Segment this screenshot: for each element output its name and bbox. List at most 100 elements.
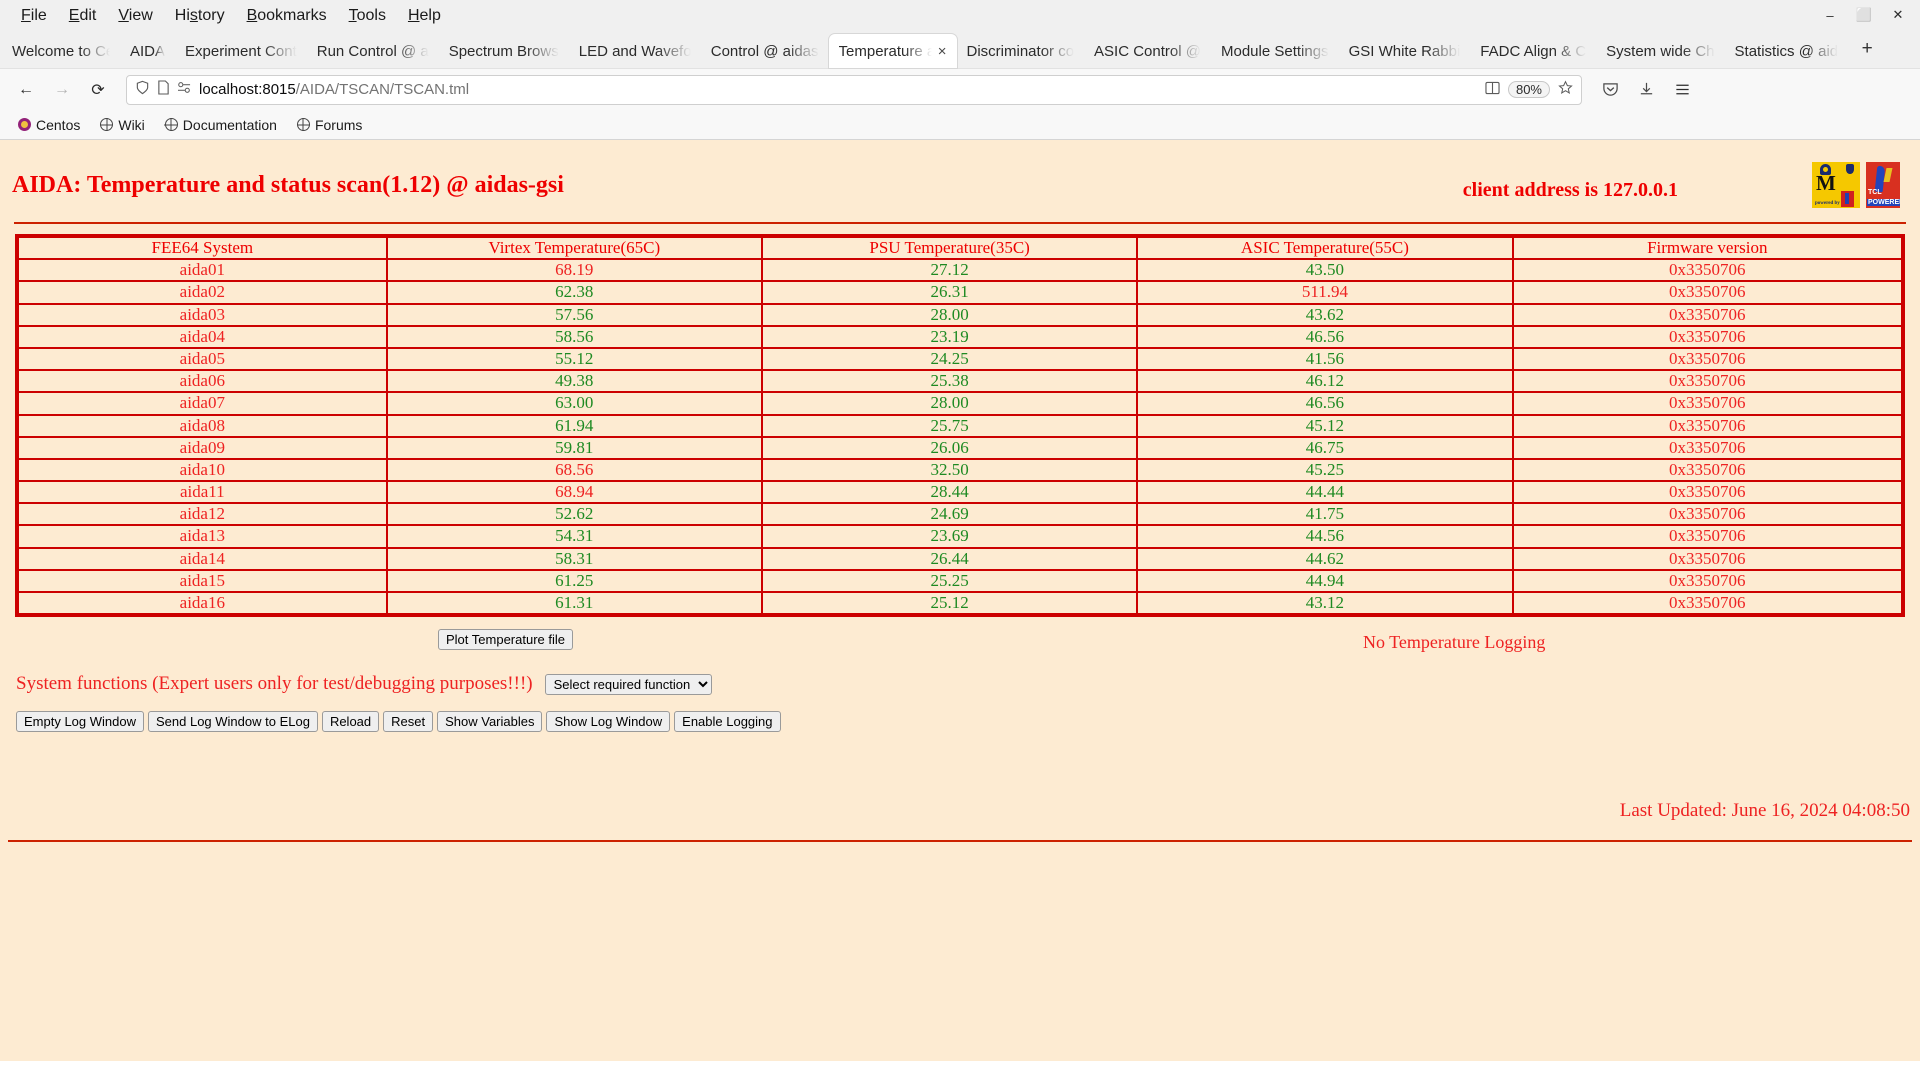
maximize-button[interactable]: ⬜ [1848,2,1880,28]
tab-temperature-a[interactable]: Temperature a × [828,34,957,68]
tab-led-and-wavefo[interactable]: LED and Wavefo [569,34,701,68]
table-row: aida10 68.56 32.50 45.25 0x3350706 [16,457,1905,483]
table-row: aida11 68.94 28.44 44.44 0x3350706 [16,480,1905,505]
tab-fadc-align-c[interactable]: FADC Align & C [1470,34,1596,68]
column-header-0: FEE64 System [16,234,388,261]
tab-label: AIDA [130,42,166,60]
logo-group: M powered by TCLPOWERED [1812,162,1900,208]
reset-button[interactable]: Reset [383,711,434,733]
cell-psu-temperature: 23.19 [760,324,1139,349]
menu-bookmarks[interactable]: Bookmarks [236,4,338,28]
tab-statistics-aid[interactable]: Statistics @ aid [1725,34,1849,68]
show-variables-button[interactable]: Show Variables [437,711,543,733]
url-text[interactable]: localhost:8015/AIDA/TSCAN/TSCAN.tml [199,81,469,98]
tab-run-control-a[interactable]: Run Control @ a [307,34,439,68]
cell-firmware-version: 0x3350706 [1511,258,1905,283]
urlbar-actions: 80% [1485,80,1573,99]
menu-accelerator: E [68,7,80,24]
menu-help[interactable]: Help [397,4,452,28]
tcl-powered-logo-icon: TCLPOWERED [1866,162,1900,208]
app-menu-icon[interactable] [1666,74,1698,106]
cell-virtex-temperature: 61.31 [385,590,763,617]
cell-virtex-temperature: 61.94 [385,413,763,438]
tab-discriminator-co[interactable]: Discriminator co [957,34,1085,68]
tab-aida[interactable]: AIDA [120,34,175,68]
tab-label: Temperature a [838,42,932,60]
cell-firmware-version: 0x3350706 [1511,413,1905,438]
cell-system: aida15 [16,568,388,594]
cell-firmware-version: 0x3350706 [1511,391,1905,416]
cell-asic-temperature: 45.12 [1136,413,1514,438]
tab-spectrum-brows[interactable]: Spectrum Brows [439,34,569,68]
tab-label: Experiment Cont [185,42,297,60]
table-row: aida04 58.56 23.19 46.56 0x3350706 [16,324,1905,349]
cell-virtex-temperature: 63.00 [385,391,763,416]
zoom-level-badge[interactable]: 80% [1507,81,1550,98]
cell-system: aida02 [16,280,388,305]
cell-virtex-temperature: 57.56 [385,302,763,327]
shield-icon[interactable] [135,80,150,99]
tab-system-wide-ch[interactable]: System wide Ch [1596,34,1724,68]
cell-virtex-temperature: 49.38 [385,369,763,394]
reload-button[interactable]: Reload [321,711,380,733]
tab-experiment-cont[interactable]: Experiment Cont [175,34,307,68]
menu-edit[interactable]: Edit [58,4,108,28]
bookmark-centos[interactable]: Centos [10,115,88,135]
system-functions-label: System functions (Expert users only for … [16,673,533,695]
bookmark-wiki[interactable]: Wiki [92,115,152,135]
forward-icon[interactable]: → [46,74,78,106]
browser-chrome: File Edit View History Bookmarks Tools Help We… [0,0,1920,140]
bookmark-documentation[interactable]: Documentation [157,115,285,135]
url-bar[interactable]: localhost:8015/AIDA/TSCAN/TSCAN.tml 80% [126,74,1582,105]
menu-bar: File Edit View History Bookmarks Tools Help [0,0,1920,32]
pocket-icon[interactable] [1594,74,1626,106]
tab-welcome-to-cent[interactable]: Welcome to Cent [2,34,120,68]
cell-virtex-temperature: 58.56 [385,324,763,349]
cell-psu-temperature: 28.00 [760,391,1139,416]
table-row: aida05 55.12 24.25 41.56 0x3350706 [16,346,1905,372]
system-functions-row: System functions (Expert users only for … [8,663,1912,695]
enable-logging-button[interactable]: Enable Logging [674,711,781,733]
permissions-icon[interactable] [177,81,192,98]
cell-psu-temperature: 32.50 [760,457,1139,483]
close-tab-icon[interactable]: × [938,44,947,59]
centos-icon [18,118,31,131]
cell-firmware-version: 0x3350706 [1511,302,1905,327]
close-window-button[interactable]: ✕ [1882,2,1914,28]
tab-module-settings[interactable]: Module Settings [1211,34,1339,68]
bookmark-forums[interactable]: Forums [289,115,370,135]
system-function-select[interactable]: Select required function [544,673,712,695]
downloads-icon[interactable] [1630,74,1662,106]
cell-psu-temperature: 24.25 [760,346,1139,372]
menu-file[interactable]: File [10,4,58,28]
menu-accelerator: s [189,7,198,24]
plot-temperature-file-button[interactable]: Plot Temperature file [438,629,573,651]
url-path: /AIDA/TSCAN/TSCAN.tml [295,81,470,98]
cell-asic-temperature: 44.56 [1136,524,1514,549]
cell-asic-temperature: 41.75 [1136,502,1514,527]
table-row: aida02 62.38 26.31 511.94 0x3350706 [16,280,1905,305]
cell-firmware-version: 0x3350706 [1511,546,1905,571]
menu-view[interactable]: View [107,4,163,28]
tab-control-aidas[interactable]: Control @ aidas [701,34,829,68]
new-tab-button[interactable]: + [1854,36,1880,62]
cell-psu-temperature: 23.69 [760,524,1139,549]
menu-history[interactable]: History [164,4,236,28]
cell-psu-temperature: 24.69 [760,502,1139,527]
menu-tools[interactable]: Tools [338,4,397,28]
logging-status-text: No Temperature Logging [1363,632,1546,653]
minimize-button[interactable]: – [1814,2,1846,28]
tab-asic-control[interactable]: ASIC Control @ [1084,34,1211,68]
cell-system: aida09 [16,435,388,460]
controls-row: Plot Temperature file No Temperature Log… [8,629,1912,663]
cell-system: aida03 [16,302,388,327]
tab-gsi-white-rabbi[interactable]: GSI White Rabbi [1339,34,1471,68]
show-log-window-button[interactable]: Show Log Window [546,711,671,733]
cell-asic-temperature: 46.75 [1136,435,1514,460]
back-icon[interactable]: ← [10,74,42,106]
send-log-window-to-elog-button[interactable]: Send Log Window to ELog [148,711,318,733]
reader-view-icon[interactable] [1485,81,1500,99]
bookmark-star-icon[interactable] [1558,80,1573,99]
empty-log-window-button[interactable]: Empty Log Window [16,711,144,733]
reload-icon[interactable]: ⟳ [82,74,114,106]
